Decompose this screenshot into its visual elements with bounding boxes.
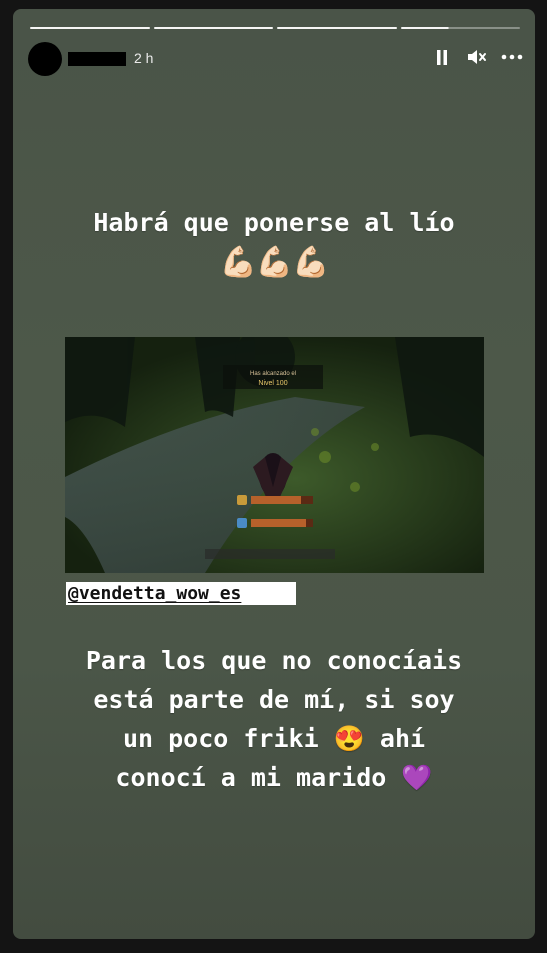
- volume-muted-icon[interactable]: [466, 47, 488, 67]
- progress-segment: [277, 27, 397, 29]
- caption-text: conocí a mi marido: [115, 763, 387, 792]
- mention-sticker[interactable]: @vendetta_wow_es: [66, 582, 296, 605]
- caption-line: un poco friki 😍 ahí: [13, 719, 535, 758]
- story-caption-top: Habrá que ponerse al lío: [93, 208, 455, 237]
- progress-segment-current: [400, 27, 520, 29]
- story-caption-bottom: Para los que no conocíais está parte de …: [13, 641, 535, 797]
- pause-icon[interactable]: [431, 47, 453, 67]
- story-controls: [431, 47, 523, 67]
- post-time: 2 h: [134, 50, 154, 66]
- caption-line: está parte de mí, si soy: [93, 685, 455, 714]
- story-progress-bar: [30, 27, 520, 29]
- game-screenshot: Has alcanzado el Nivel 100: [65, 337, 484, 573]
- progress-segment: [153, 27, 273, 29]
- level-up-line1: Has alcanzado el: [250, 371, 296, 377]
- progress-segment: [30, 27, 150, 29]
- caption-line: conocí a mi marido 💜: [13, 758, 535, 797]
- caption-text: un poco friki: [122, 724, 319, 753]
- caption-line: Para los que no conocíais: [85, 646, 463, 675]
- heart-eyes-emoji: 😍: [333, 724, 365, 753]
- story-viewer[interactable]: 2 h Habrá que ponerse al lío 💪🏻💪🏻💪🏻 Has …: [13, 9, 535, 939]
- avatar[interactable]: [28, 42, 62, 76]
- purple-heart-emoji: 💜: [401, 763, 433, 792]
- username-redacted[interactable]: [68, 52, 126, 66]
- caption-text: ahí: [379, 724, 426, 753]
- story-header: 2 h: [28, 42, 523, 76]
- level-up-line2: Nivel 100: [258, 380, 287, 387]
- flexed-biceps-emoji-row: 💪🏻💪🏻💪🏻: [219, 245, 329, 280]
- more-horizontal-icon[interactable]: [501, 47, 523, 67]
